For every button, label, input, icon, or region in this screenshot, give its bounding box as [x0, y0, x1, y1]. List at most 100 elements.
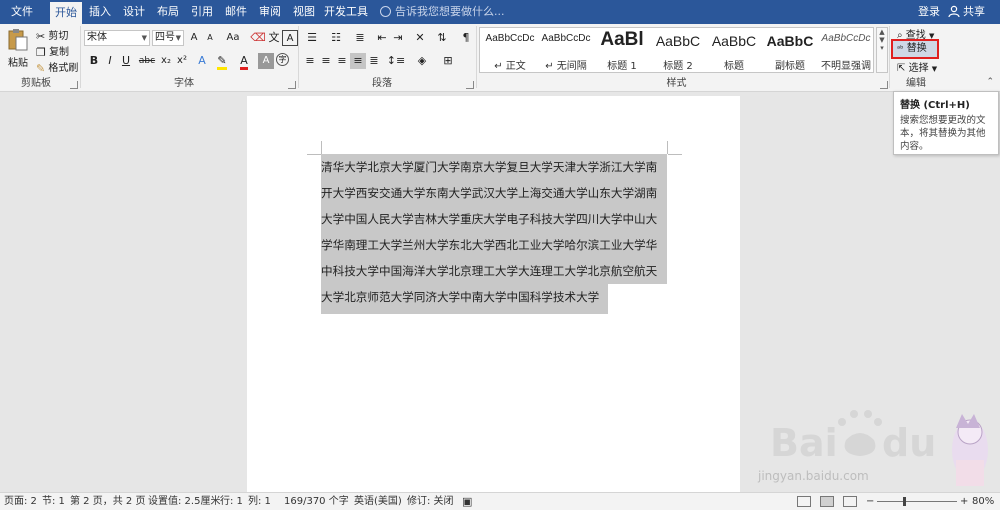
status-setting[interactable]: 设置值: 2.5厘米 — [148, 493, 220, 510]
tab-7[interactable]: 审阅 — [256, 0, 284, 24]
share-button[interactable]: 共享 — [948, 0, 985, 24]
shrink-font-button[interactable]: A — [202, 30, 218, 46]
show-marks-button[interactable]: ¶ — [458, 30, 474, 46]
style-item[interactable]: AaBbCcDc 不明显强调 — [818, 28, 874, 72]
underline-button[interactable]: U — [118, 53, 134, 69]
strikethrough-button[interactable]: abc — [138, 53, 156, 69]
tab-5[interactable]: 引用 — [188, 0, 216, 24]
align-right-button[interactable]: ≡ — [334, 53, 350, 69]
print-layout-icon[interactable] — [820, 496, 834, 507]
replace-button[interactable]: ᵃᵇ 替换 — [891, 39, 939, 59]
status-row[interactable]: 行: 1 — [220, 493, 243, 510]
select-button[interactable]: ⇱ 选择 ▼ — [897, 59, 937, 74]
chinese-layout-button[interactable]: ✕ — [410, 30, 430, 46]
tab-4[interactable]: 布局 — [154, 0, 182, 24]
chevron-down-icon[interactable]: ▼ — [877, 36, 887, 44]
numbering-button[interactable]: ☷ — [326, 30, 346, 46]
tab-1[interactable]: 开始 — [50, 2, 82, 24]
subscript-button[interactable]: x₂ — [158, 53, 174, 69]
status-track-changes[interactable]: 修订: 关闭 — [407, 493, 454, 510]
font-name-select[interactable]: 宋体 ▼ — [84, 30, 150, 46]
phonetic-button[interactable]: 文 — [266, 30, 282, 46]
zoom-slider[interactable] — [877, 501, 957, 502]
status-page-of[interactable]: 第 2 页，共 2 页 — [70, 493, 145, 510]
zoom-slider-thumb[interactable] — [903, 497, 906, 506]
format-painter-button[interactable]: ✎ 格式刷 — [36, 59, 78, 75]
zoom-level[interactable]: 80% — [972, 493, 994, 510]
font-size-select[interactable]: 四号 ▼ — [152, 30, 184, 46]
cut-button[interactable]: ✂ 剪切 — [36, 27, 68, 43]
style-item[interactable]: AaBbC 标题 2 — [650, 28, 706, 72]
grow-font-button[interactable]: A — [186, 30, 202, 46]
tab-3[interactable]: 设计 — [120, 0, 148, 24]
style-item[interactable]: AaBbC 标题 — [706, 28, 762, 72]
paragraph-launcher[interactable] — [466, 81, 474, 89]
text-effects-button[interactable]: A — [194, 53, 210, 69]
clipboard-group-label: 剪贴板 — [21, 78, 51, 89]
tab-2[interactable]: 插入 — [86, 0, 114, 24]
justify-button[interactable]: ≡ — [350, 53, 366, 69]
status-language[interactable]: 英语(美国) — [354, 493, 402, 510]
more-icon[interactable]: ▾ — [877, 44, 887, 52]
tab-6[interactable]: 邮件 — [222, 0, 250, 24]
multilevel-list-button[interactable]: ≣ — [350, 30, 370, 46]
document-body[interactable]: 清华大学北京大学厦门大学南京大学复旦大学天津大学浙江大学南 开大学西安交通大学东南… — [321, 154, 667, 314]
login-link[interactable]: 登录 — [918, 0, 940, 24]
distributed-button[interactable]: ≣ — [366, 53, 382, 69]
clear-format-button[interactable]: ⌫ — [250, 30, 266, 46]
tab-0[interactable]: 文件 — [4, 0, 40, 24]
font-color-button[interactable]: A — [236, 53, 252, 70]
collapse-ribbon-icon[interactable]: ⌃ — [986, 77, 994, 87]
paste-button[interactable]: 粘贴 — [6, 27, 30, 69]
bullets-button[interactable]: ☰ — [302, 30, 322, 46]
document-line[interactable]: 大学中国人民大学吉林大学重庆大学电子科技大学四川大学中山大 — [321, 206, 667, 232]
char-border-button[interactable]: A — [282, 30, 298, 46]
italic-button[interactable]: I — [102, 53, 118, 69]
align-left-button[interactable]: ≡ — [302, 53, 318, 69]
chevron-up-icon[interactable]: ▲ — [877, 28, 887, 36]
borders-button[interactable]: ⊞ — [438, 53, 458, 69]
status-page[interactable]: 页面: 2 — [4, 493, 37, 510]
document-line[interactable]: 大学北京师范大学同济大学中南大学中国科学技术大学 — [321, 284, 608, 314]
align-center-icon: ≡ — [321, 54, 331, 67]
line-spacing-button[interactable]: ↕≡ — [386, 53, 406, 69]
style-item[interactable]: AaBbC 副标题 — [762, 28, 818, 72]
highlighter-icon: ✎ — [217, 54, 227, 70]
highlight-button[interactable]: ✎ — [214, 53, 230, 70]
style-item[interactable]: AaBbCcDc ↵ 无间隔 — [538, 28, 594, 72]
style-item[interactable]: AaBl 标题 1 — [594, 28, 650, 72]
enclose-char-button[interactable]: 字 — [276, 53, 289, 66]
document-line[interactable]: 清华大学北京大学厦门大学南京大学复旦大学天津大学浙江大学南 — [321, 154, 667, 180]
clipboard-launcher[interactable] — [70, 81, 78, 89]
styles-launcher[interactable] — [880, 81, 888, 89]
style-item[interactable]: AaBbCcDc ↵ 正文 — [482, 28, 538, 72]
crop-mark — [321, 141, 322, 154]
web-layout-icon[interactable] — [843, 496, 857, 507]
align-center-button[interactable]: ≡ — [318, 53, 334, 69]
zoom-out-icon[interactable]: − — [866, 493, 874, 510]
decrease-indent-button[interactable]: ⇤ — [374, 30, 390, 46]
macro-record-icon[interactable]: ▣ — [462, 493, 472, 510]
tell-me-box[interactable]: 告诉我您想要做什么... — [380, 0, 505, 24]
document-line[interactable]: 中科技大学中国海洋大学北京理工大学大连理工大学北京航空航天 — [321, 258, 667, 284]
document-line[interactable]: 开大学西安交通大学东南大学武汉大学上海交通大学山东大学湖南 — [321, 180, 667, 206]
superscript-button[interactable]: x² — [174, 53, 190, 69]
tab-8[interactable]: 视图 — [290, 0, 318, 24]
font-launcher[interactable] — [288, 81, 296, 89]
sort-button[interactable]: ⇅ — [434, 30, 450, 46]
read-mode-icon[interactable] — [797, 496, 811, 507]
tab-9[interactable]: 开发工具 — [324, 0, 368, 24]
char-shading-button[interactable]: A — [258, 53, 274, 69]
bold-button[interactable]: B — [86, 53, 102, 69]
status-word-count[interactable]: 169/370 个字 — [284, 493, 349, 510]
shading-button[interactable]: ◈ — [412, 53, 432, 69]
gallery-scroll[interactable]: ▲ ▼ ▾ — [876, 27, 888, 73]
document-line[interactable]: 学华南理工大学兰州大学东北大学西北工业大学哈尔滨工业大学华 — [321, 232, 667, 258]
copy-button[interactable]: ❐ 复制 — [36, 43, 69, 59]
change-case-button[interactable]: Aa — [222, 30, 244, 46]
status-col[interactable]: 列: 1 — [248, 493, 271, 510]
status-section[interactable]: 节: 1 — [42, 493, 65, 510]
increase-indent-button[interactable]: ⇥ — [390, 30, 406, 46]
document-page[interactable]: 清华大学北京大学厦门大学南京大学复旦大学天津大学浙江大学南 开大学西安交通大学东南… — [247, 96, 740, 493]
zoom-in-icon[interactable]: + — [960, 493, 968, 510]
